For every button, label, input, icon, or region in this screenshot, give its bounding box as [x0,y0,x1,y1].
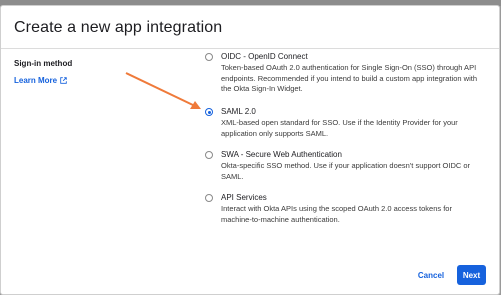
title-divider [1,48,499,49]
oidc-title: OIDC - OpenID Connect [221,52,308,61]
sign-in-method-label: Sign-in method [14,59,73,68]
api-services-radio[interactable] [205,194,213,202]
oidc-radio[interactable] [205,53,213,61]
swa-radio[interactable] [205,151,213,159]
learn-more-link[interactable]: Learn More [14,76,67,85]
external-link-icon [60,77,67,84]
saml-radio[interactable] [205,108,213,116]
swa-title: SWA - Secure Web Authentication [221,150,342,159]
next-button[interactable]: Next [457,265,486,285]
oidc-description: Token-based OAuth 2.0 authentication for… [221,63,477,93]
cancel-button[interactable]: Cancel [412,265,450,285]
saml-title: SAML 2.0 [221,107,256,116]
create-app-integration-dialog: Create a new app integration Sign-in met… [1,6,499,294]
api-services-description: Interact with Okta APIs using the scoped… [221,204,452,224]
dialog-title: Create a new app integration [14,19,223,36]
swa-description: Okta-specific SSO method. Use if your ap… [221,161,471,181]
saml-description: XML-based open standard for SSO. Use if … [221,118,458,138]
api-services-title: API Services [221,193,267,202]
learn-more-text: Learn More [14,76,58,85]
